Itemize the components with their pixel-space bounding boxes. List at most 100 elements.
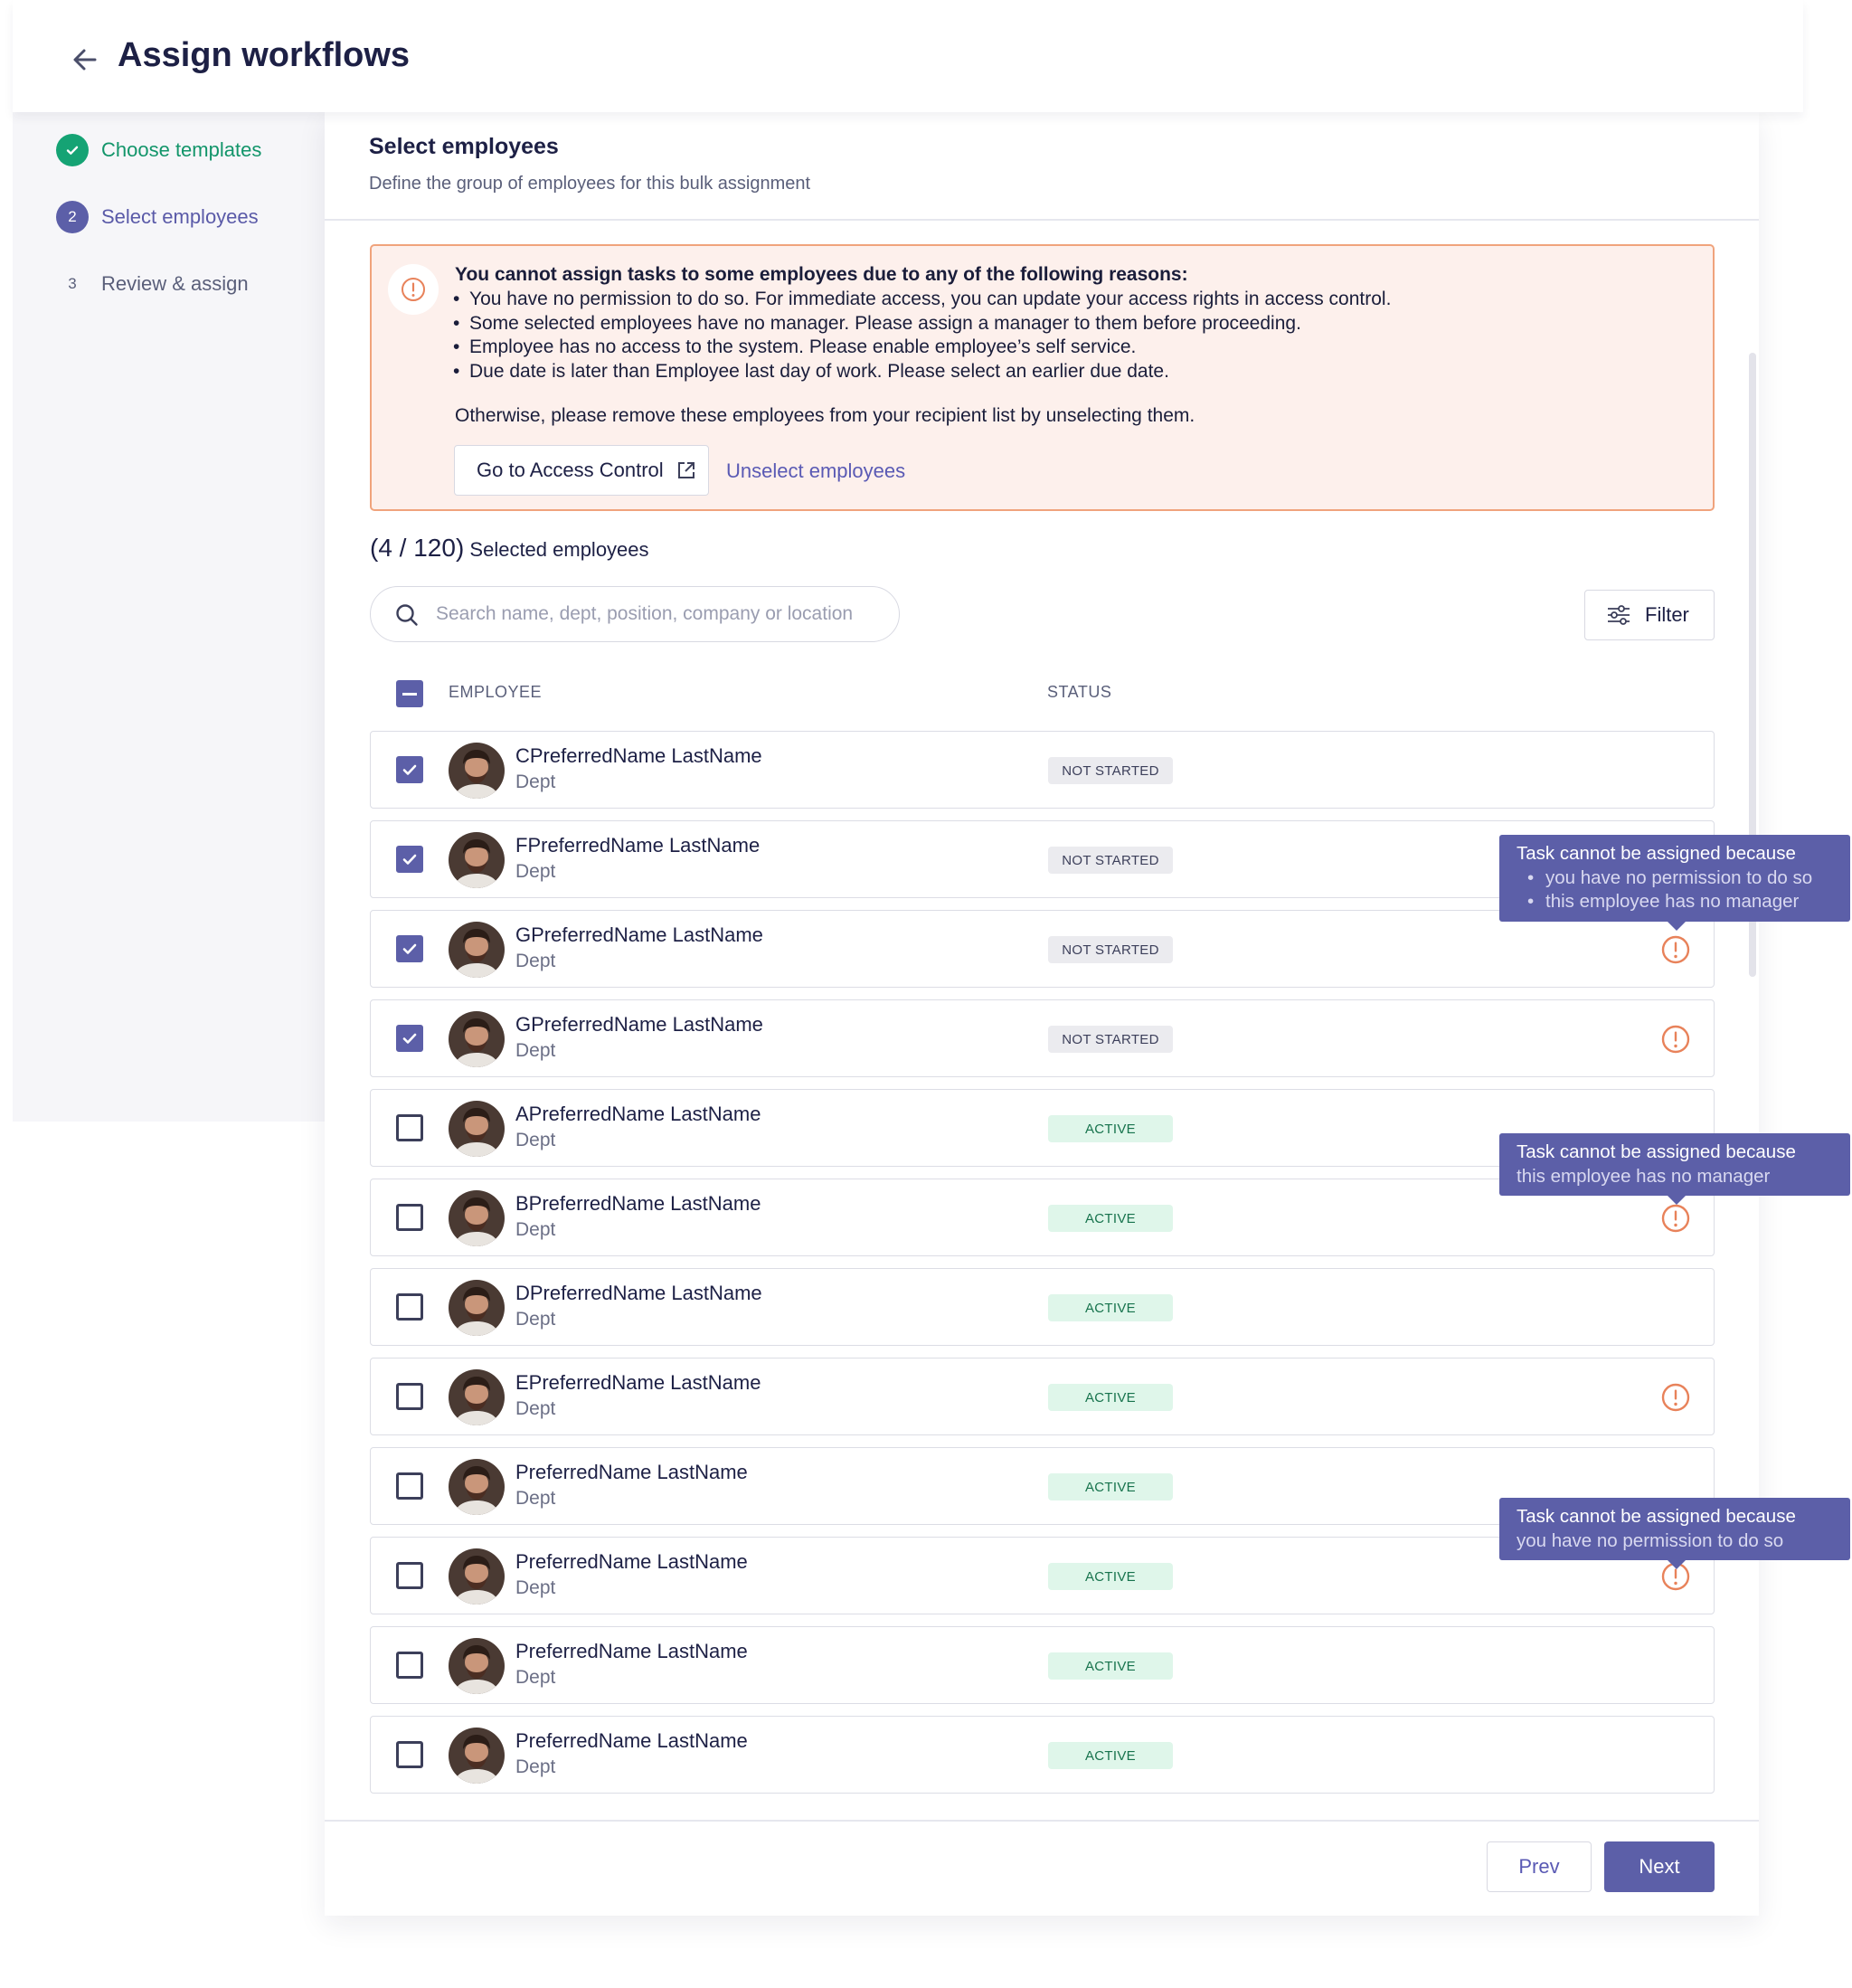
alert-title: You cannot assign tasks to some employee…: [455, 264, 1188, 285]
tooltip-reasons: you have no permission to do so this emp…: [1517, 866, 1833, 914]
status-badge: ACTIVE: [1048, 1294, 1173, 1321]
row-checkbox[interactable]: [396, 935, 423, 962]
employee-dept: Dept: [515, 772, 556, 792]
avatar: [449, 1280, 505, 1336]
check-icon: [401, 940, 419, 958]
status-badge: NOT STARTED: [1048, 847, 1173, 874]
section-title: Select employees: [369, 134, 559, 159]
warning-alert: You cannot assign tasks to some employee…: [370, 244, 1715, 511]
column-header-employee[interactable]: EMPLOYEE: [449, 683, 542, 702]
table-row[interactable]: CPreferredName LastName Dept NOT STARTED: [370, 731, 1715, 809]
tooltip-reason: this employee has no manager: [1527, 890, 1833, 914]
employee-name: CPreferredName LastName: [515, 744, 762, 767]
avatar: [449, 1459, 505, 1515]
sliders-icon: [1608, 605, 1630, 625]
employee-name: GPreferredName LastName: [515, 1013, 763, 1036]
status-badge: NOT STARTED: [1048, 936, 1173, 963]
section-subtitle: Define the group of employees for this b…: [369, 174, 811, 194]
alert-otherwise: Otherwise, please remove these employees…: [455, 405, 1195, 426]
avatar: [449, 1190, 505, 1246]
check-icon: [56, 134, 89, 166]
employee-name: EPreferredName LastName: [515, 1371, 761, 1394]
table-row[interactable]: GPreferredName LastName Dept NOT STARTED: [370, 999, 1715, 1077]
back-button[interactable]: [69, 43, 101, 76]
employee-name: BPreferredName LastName: [515, 1192, 761, 1215]
page-header: Assign workflows: [13, 0, 1803, 112]
search-box[interactable]: [370, 586, 900, 642]
employee-dept: Dept: [515, 1040, 556, 1061]
alert-reason: You have no permission to do so. For imm…: [453, 288, 1391, 312]
employee-name: DPreferredName LastName: [515, 1282, 762, 1304]
row-checkbox[interactable]: [396, 1293, 423, 1321]
status-badge: ACTIVE: [1048, 1205, 1173, 1232]
tooltip-reason: this employee has no manager: [1517, 1165, 1771, 1187]
row-checkbox[interactable]: [396, 1383, 423, 1410]
next-button[interactable]: Next: [1604, 1841, 1715, 1892]
minus-icon: [402, 692, 417, 696]
row-checkbox[interactable]: [396, 1741, 423, 1768]
external-link-icon: [677, 462, 694, 478]
tooltip-reason: you have no permission to do so: [1527, 866, 1833, 891]
avatar: [449, 1728, 505, 1784]
arrow-left-icon: [73, 49, 97, 71]
step-review-assign[interactable]: 3 Review & assign: [56, 268, 248, 300]
avatar: [449, 1638, 505, 1694]
avatar: [449, 1369, 505, 1425]
alert-icon: [388, 264, 439, 315]
table-row[interactable]: GPreferredName LastName Dept NOT STARTED: [370, 910, 1715, 988]
go-to-access-control-button[interactable]: Go to Access Control: [454, 445, 709, 496]
tooltip-title: Task cannot be assigned because: [1517, 1506, 1796, 1527]
table-row[interactable]: PreferredName LastName Dept ACTIVE: [370, 1626, 1715, 1704]
warning-icon[interactable]: [1660, 1203, 1691, 1234]
prev-button[interactable]: Prev: [1487, 1841, 1592, 1892]
alert-reason: Some selected employees have no manager.…: [453, 312, 1391, 336]
row-checkbox[interactable]: [396, 1472, 423, 1500]
employee-name: APreferredName LastName: [515, 1103, 761, 1125]
status-badge: ACTIVE: [1048, 1742, 1173, 1769]
warning-icon[interactable]: [1660, 1382, 1691, 1413]
alert-reason: Due date is later than Employee last day…: [453, 360, 1391, 384]
employee-dept: Dept: [515, 1577, 556, 1598]
row-checkbox[interactable]: [396, 1025, 423, 1052]
avatar: [449, 743, 505, 799]
step-number: 3: [68, 275, 77, 292]
column-header-status[interactable]: STATUS: [1047, 683, 1111, 702]
step-choose-templates[interactable]: Choose templates: [56, 134, 261, 166]
filter-button[interactable]: Filter: [1584, 590, 1715, 640]
table-row[interactable]: PreferredName LastName Dept ACTIVE: [370, 1716, 1715, 1794]
row-checkbox[interactable]: [396, 1114, 423, 1141]
row-checkbox[interactable]: [396, 1204, 423, 1231]
employee-dept: Dept: [515, 861, 556, 882]
status-badge: ACTIVE: [1048, 1563, 1173, 1590]
step-select-employees[interactable]: 2 Select employees: [56, 201, 259, 233]
unselect-employees-link[interactable]: Unselect employees: [726, 459, 905, 483]
status-badge: ACTIVE: [1048, 1384, 1173, 1411]
step-label: Choose templates: [101, 138, 262, 161]
page-title: Assign workflows: [118, 36, 411, 74]
row-checkbox[interactable]: [396, 1652, 423, 1679]
check-icon: [401, 761, 419, 779]
step-number: 2: [56, 201, 89, 233]
table-row[interactable]: DPreferredName LastName Dept ACTIVE: [370, 1268, 1715, 1346]
employee-dept: Dept: [515, 1219, 556, 1240]
warning-tooltip: Task cannot be assigned because you have…: [1499, 1498, 1850, 1569]
section-header: Select employees Define the group of emp…: [325, 112, 1759, 221]
employee-dept: Dept: [515, 1488, 556, 1509]
warning-icon[interactable]: [1660, 934, 1691, 965]
search-input[interactable]: [436, 599, 870, 630]
avatar: [449, 1101, 505, 1157]
row-checkbox[interactable]: [396, 1562, 423, 1589]
table-row[interactable]: EPreferredName LastName Dept ACTIVE: [370, 1358, 1715, 1435]
employee-name: PreferredName LastName: [515, 1461, 748, 1483]
employee-dept: Dept: [515, 1398, 556, 1419]
row-checkbox[interactable]: [396, 846, 423, 873]
row-checkbox[interactable]: [396, 756, 423, 783]
tooltip-title: Task cannot be assigned because: [1517, 843, 1796, 864]
status-badge: NOT STARTED: [1048, 1026, 1173, 1053]
filter-label: Filter: [1645, 603, 1689, 626]
select-all-checkbox[interactable]: [396, 680, 423, 707]
warning-icon[interactable]: [1660, 1024, 1691, 1055]
tooltip-title: Task cannot be assigned because: [1517, 1141, 1796, 1162]
status-badge: ACTIVE: [1048, 1652, 1173, 1680]
employee-dept: Dept: [515, 1667, 556, 1688]
